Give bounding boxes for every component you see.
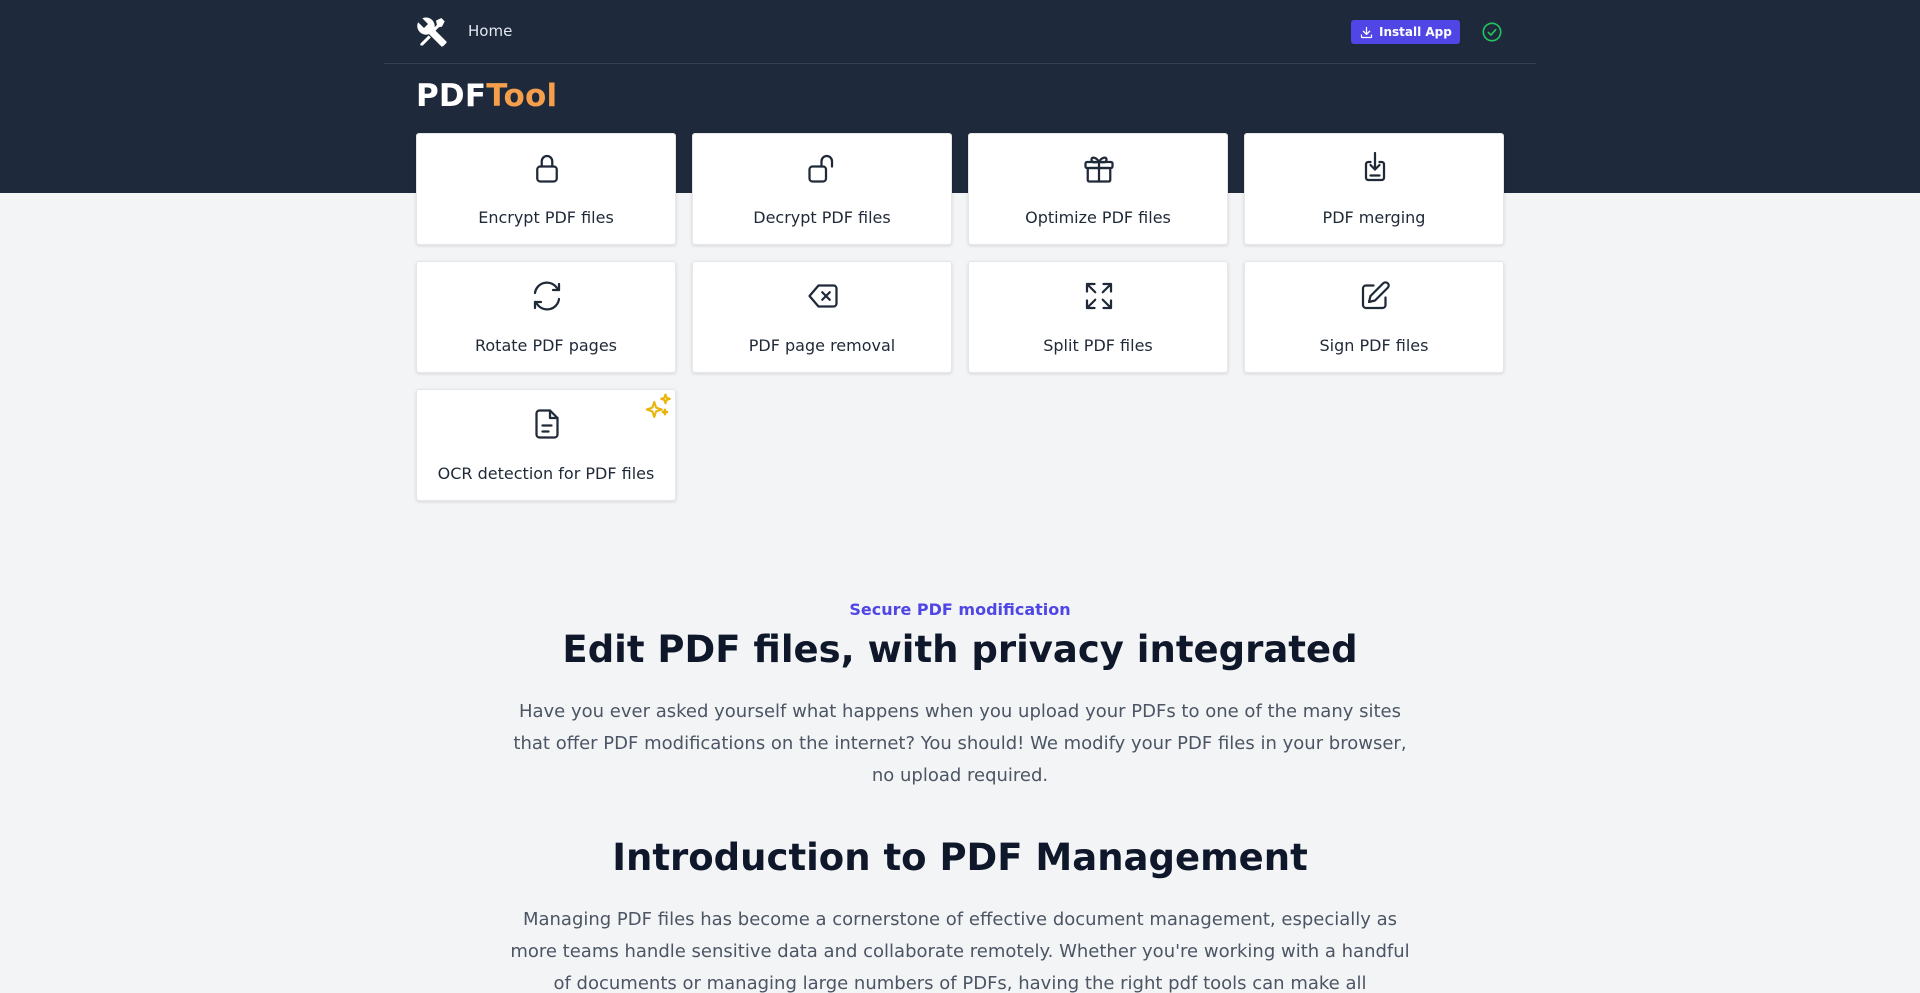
- top-navbar: Home Install App: [384, 0, 1536, 64]
- tool-card-page-removal[interactable]: PDF page removal: [692, 261, 952, 373]
- brand-part-pdf: PDF: [416, 78, 487, 114]
- tool-card-merge[interactable]: PDF merging: [1244, 133, 1504, 245]
- rotate-icon: [533, 281, 561, 311]
- tool-card-rotate[interactable]: Rotate PDF pages: [416, 261, 676, 373]
- tool-card-decrypt[interactable]: Decrypt PDF files: [692, 133, 952, 245]
- tools-icon[interactable]: [416, 16, 448, 48]
- tool-label: Sign PDF files: [1319, 336, 1429, 355]
- tool-label: Optimize PDF files: [1025, 208, 1171, 227]
- check-circle-icon[interactable]: [1481, 21, 1503, 43]
- tool-label: OCR detection for PDF files: [437, 464, 655, 483]
- tool-card-optimize[interactable]: Optimize PDF files: [968, 133, 1228, 245]
- download-icon: [1360, 26, 1373, 38]
- tool-label: PDF page removal: [748, 336, 896, 355]
- intro-paragraph: Have you ever asked yourself what happen…: [513, 701, 1407, 786]
- sparkles-icon: [645, 393, 671, 418]
- section-heading: Introduction to PDF Management: [612, 836, 1308, 879]
- tool-label: Split PDF files: [1043, 336, 1153, 355]
- merge-download-icon: [1364, 151, 1386, 182]
- lock-icon: [536, 154, 558, 183]
- brand-part-tool: Tool: [486, 78, 558, 114]
- intro-eyebrow: Secure PDF modification: [849, 600, 1071, 619]
- tool-label: Decrypt PDF files: [753, 208, 891, 227]
- tool-label: Rotate PDF pages: [474, 336, 618, 355]
- tool-card-ocr[interactable]: OCR detection for PDF files: [416, 389, 676, 501]
- tool-card-encrypt[interactable]: Encrypt PDF files: [416, 133, 676, 245]
- install-app-button[interactable]: Install App: [1351, 20, 1460, 44]
- tool-card-sign[interactable]: Sign PDF files: [1244, 261, 1504, 373]
- nav-home-link[interactable]: Home: [468, 22, 512, 40]
- gift-icon: [1084, 156, 1114, 183]
- unlock-icon: [808, 154, 834, 183]
- pencil-square-icon: [1361, 281, 1390, 310]
- expand-arrows-icon: [1085, 282, 1113, 310]
- tool-card-split[interactable]: Split PDF files: [968, 261, 1228, 373]
- section-paragraph: Managing PDF files has become a cornerst…: [510, 909, 1410, 993]
- backspace-icon: [808, 284, 838, 308]
- document-icon: [535, 409, 559, 439]
- brand-logo[interactable]: PDFTool: [416, 78, 557, 114]
- install-app-label: Install App: [1379, 25, 1452, 39]
- tool-label: Encrypt PDF files: [478, 208, 614, 227]
- tool-label: PDF merging: [1322, 208, 1426, 227]
- intro-heading: Edit PDF files, with privacy integrated: [562, 628, 1358, 671]
